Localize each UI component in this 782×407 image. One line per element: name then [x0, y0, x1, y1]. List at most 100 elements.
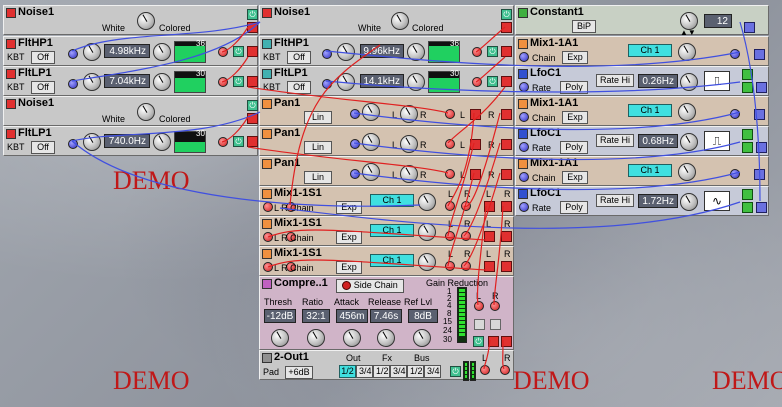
- level-knob[interactable]: [418, 223, 436, 241]
- chain-jack[interactable]: [519, 172, 529, 182]
- pan-knob[interactable]: [362, 103, 380, 121]
- input-jack[interactable]: [445, 139, 455, 149]
- output-r-jack[interactable]: [501, 336, 512, 347]
- mixer-stereo-module[interactable]: Mix1-1S1 L R Chain Exp Ch 1 L R L R: [259, 216, 514, 246]
- output-l-jack[interactable]: [488, 336, 499, 347]
- collapse-icon[interactable]: [6, 129, 16, 139]
- attack-knob[interactable]: [343, 329, 361, 347]
- level-knob[interactable]: [678, 43, 696, 61]
- collapse-icon[interactable]: [262, 8, 272, 18]
- output-l-jack[interactable]: [470, 109, 481, 120]
- exp-button[interactable]: Exp: [336, 201, 362, 214]
- input-r-jack[interactable]: [461, 261, 471, 271]
- chain-l-jack[interactable]: [263, 262, 273, 272]
- phase-icon[interactable]: [742, 82, 753, 93]
- input-jack[interactable]: [218, 47, 228, 57]
- power-icon[interactable]: ⏻: [233, 136, 244, 147]
- filter-hp-module[interactable]: FltHP1 KBT Off 9.96kHz 36 ⏻: [259, 36, 514, 66]
- ref-level-knob[interactable]: [413, 329, 431, 347]
- output-jack[interactable]: [756, 202, 767, 213]
- output-jack[interactable]: [744, 22, 755, 33]
- chain-jack[interactable]: [519, 112, 529, 122]
- input-jack[interactable]: [472, 77, 482, 87]
- kbt-button[interactable]: Off: [287, 81, 311, 94]
- collapse-icon[interactable]: [6, 39, 16, 49]
- level-knob[interactable]: [678, 103, 696, 121]
- power-icon[interactable]: ⏻: [487, 76, 498, 87]
- lfo-module[interactable]: LfoC1 Rate Poly Rate Hi 0.26Hz ⎍: [515, 66, 769, 96]
- power-icon[interactable]: ⏻: [247, 100, 258, 111]
- res-knob[interactable]: [407, 43, 425, 61]
- kbt-button[interactable]: Off: [31, 51, 55, 64]
- res-knob[interactable]: [153, 133, 171, 151]
- channel-display[interactable]: Ch 1: [370, 194, 414, 207]
- lfo-module[interactable]: LfoC1 Rate Poly Rate Hi 0.68Hz ⎍: [515, 126, 769, 156]
- compressor-module[interactable]: Compre..1 Side Chain Gain Reduction Thre…: [259, 276, 514, 350]
- pan-module[interactable]: Pan1 Lin L R L R: [259, 156, 514, 186]
- output-r-jack[interactable]: [501, 201, 512, 212]
- rate-knob[interactable]: [680, 193, 698, 211]
- release-knob[interactable]: [377, 329, 395, 347]
- collapse-icon[interactable]: [6, 8, 16, 18]
- input-r-jack[interactable]: [461, 231, 471, 241]
- rate-mod-jack[interactable]: [519, 82, 529, 92]
- collapse-icon[interactable]: [518, 189, 528, 199]
- power-icon[interactable]: ⏻: [233, 46, 244, 57]
- rate-range-button[interactable]: Rate Hi: [596, 194, 634, 207]
- collapse-icon[interactable]: [518, 129, 528, 139]
- input-r-jack[interactable]: [490, 301, 500, 311]
- noise-module[interactable]: Noise1 White Colored ⏻: [3, 5, 258, 35]
- collapse-icon[interactable]: [518, 39, 528, 49]
- filter-lp-module[interactable]: FltLP1 KBT Off 14.1kHz 30 ⏻: [259, 66, 514, 96]
- lin-button[interactable]: Lin: [304, 141, 332, 154]
- mixer-mono-module[interactable]: Mix1-1A1 Chain Exp Ch 1: [515, 156, 769, 186]
- exp-button[interactable]: Exp: [562, 51, 588, 64]
- thresh-knob[interactable]: [271, 329, 289, 347]
- exp-button[interactable]: Exp: [562, 111, 588, 124]
- mixer-stereo-module[interactable]: Mix1-1S1 L R Chain Exp Ch 1 L R L R: [259, 186, 514, 216]
- kbt-button[interactable]: Off: [31, 81, 55, 94]
- exp-button[interactable]: Exp: [336, 261, 362, 274]
- input-jack[interactable]: [322, 79, 332, 89]
- collapse-icon[interactable]: [262, 69, 272, 79]
- output-l-jack[interactable]: [470, 169, 481, 180]
- freq-knob[interactable]: [83, 43, 101, 61]
- input-r-jack[interactable]: [461, 201, 471, 211]
- square-wave-icon[interactable]: ⎍: [704, 71, 730, 91]
- output-jack[interactable]: [247, 22, 258, 33]
- side-chain-button[interactable]: Side Chain: [336, 279, 404, 293]
- channel-display[interactable]: Ch 1: [628, 164, 672, 177]
- input-l-jack[interactable]: [445, 201, 455, 211]
- noise-module[interactable]: Noise1 White Colored ⏻: [259, 5, 514, 35]
- constant-module[interactable]: Constant1 BiP 12 ▲▼: [515, 5, 769, 37]
- collapse-icon[interactable]: [262, 189, 272, 199]
- input-jack[interactable]: [350, 139, 360, 149]
- rate-knob[interactable]: [680, 73, 698, 91]
- output-jack[interactable]: [247, 76, 258, 87]
- ratio-knob[interactable]: [307, 329, 325, 347]
- filter-lp-module[interactable]: FltLP1 KBT Off 7.04kHz 30 ⏻: [3, 66, 258, 96]
- lin-button[interactable]: Lin: [304, 111, 332, 124]
- output-jack[interactable]: [756, 142, 767, 153]
- mixer-mono-module[interactable]: Mix1-1A1 Chain Exp Ch 1: [515, 36, 769, 66]
- kbt-button[interactable]: Off: [287, 51, 311, 64]
- chain-jack[interactable]: [519, 52, 529, 62]
- output-r-jack[interactable]: [501, 261, 512, 272]
- bip-button[interactable]: BiP: [572, 20, 596, 33]
- channel-display[interactable]: Ch 1: [628, 104, 672, 117]
- rate-range-button[interactable]: Rate Hi: [596, 74, 634, 87]
- lin-button[interactable]: Lin: [304, 171, 332, 184]
- input-jack[interactable]: [322, 49, 332, 59]
- output-jack[interactable]: [501, 76, 512, 87]
- power-icon[interactable]: ⏻: [233, 76, 244, 87]
- input-l-jack[interactable]: [480, 365, 490, 375]
- color-knob[interactable]: [137, 12, 155, 30]
- rate-mod-jack[interactable]: [519, 202, 529, 212]
- output-l-jack[interactable]: [470, 139, 481, 150]
- poly-button[interactable]: Poly: [560, 81, 588, 94]
- rate-mod-jack[interactable]: [519, 142, 529, 152]
- sine-wave-icon[interactable]: ∿: [704, 191, 730, 211]
- collapse-icon[interactable]: [262, 249, 272, 259]
- output-module[interactable]: 2-Out1 Pad +6dB Out Fx Bus 1/2 3/4 1/2 3…: [259, 350, 514, 381]
- output-l-jack[interactable]: [484, 261, 495, 272]
